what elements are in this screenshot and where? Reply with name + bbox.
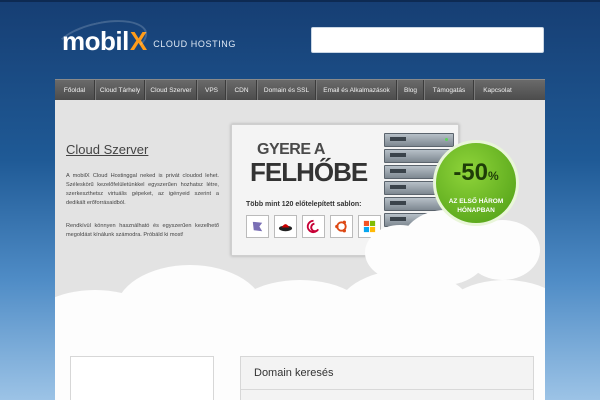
nav-item-home[interactable]: Főoldal [55, 80, 95, 100]
badge-text-line2: HÓNAPBAN [457, 207, 495, 214]
nav-item-contact[interactable]: Kapcsolat [474, 80, 520, 100]
intro-paragraph-1: A mobilX Cloud Hostinggal neked is privá… [66, 173, 219, 206]
main-nav: Főoldal Cloud Tárhely Cloud Szerver VPS … [55, 79, 545, 100]
top-border [0, 0, 600, 2]
banner-subtitle: Több mint 120 előtelepített sablon: [246, 201, 362, 208]
nav-item-cdn[interactable]: CDN [226, 80, 257, 100]
nav-item-cloud-hosting[interactable]: Cloud Tárhely [95, 80, 145, 100]
nav-item-email-apps[interactable]: Email és Alkalmazások [316, 80, 397, 100]
nav-item-blog[interactable]: Blog [397, 80, 424, 100]
domain-search-title: Domain keresés [254, 367, 334, 379]
ubuntu-icon [330, 215, 353, 238]
badge-percent: % [488, 169, 499, 183]
logo-tagline: CLOUD HOSTING [153, 39, 236, 49]
debian-icon [302, 215, 325, 238]
redhat-icon [274, 215, 297, 238]
gentoo-icon [246, 215, 269, 238]
discount-badge[interactable]: -50% AZ ELSŐ HÁROM HÓNAPBAN [433, 140, 519, 226]
nav-item-domain-ssl[interactable]: Domain és SSL [257, 80, 316, 100]
logo-swoosh [50, 12, 152, 72]
left-widget-box [70, 356, 214, 400]
main-content: Cloud Szerver A mobilX Cloud Hostinggal … [55, 100, 545, 400]
nav-item-cloud-server[interactable]: Cloud Szerver [145, 80, 197, 100]
domain-search-box: Domain keresés [240, 356, 534, 400]
os-icon-row [246, 215, 381, 238]
badge-value: -50 [453, 159, 488, 186]
badge-text-line1: AZ ELSŐ HÁROM [448, 198, 504, 205]
nav-item-support[interactable]: Támogatás [424, 80, 474, 100]
logo[interactable]: mobil X CLOUD HOSTING [50, 12, 236, 72]
search-input[interactable] [311, 27, 544, 53]
page-title[interactable]: Cloud Szerver [66, 142, 148, 157]
banner-title-line2: FELHŐBE [250, 157, 368, 187]
nav-item-vps[interactable]: VPS [197, 80, 226, 100]
intro-paragraph-2: Rendkívül könnyen használható és egyszer… [66, 223, 219, 238]
